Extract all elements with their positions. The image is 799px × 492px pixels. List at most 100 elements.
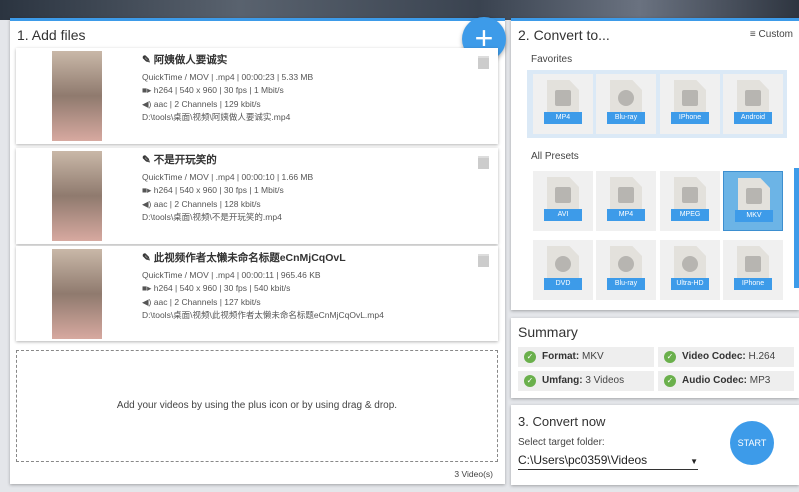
folder-value: C:\Users\pc0359\Videos: [518, 453, 648, 467]
convert-now-title: 3. Convert now: [518, 414, 606, 429]
disc-icon: [618, 90, 634, 106]
phone-icon: [682, 90, 698, 106]
preset-label: Blu-ray: [607, 278, 645, 290]
trash-icon[interactable]: [478, 56, 489, 69]
disc-icon: [555, 256, 571, 272]
summary-item: ✓ Audio Codec: MP3: [658, 371, 794, 391]
summary-value: MP3: [747, 375, 771, 386]
film-icon: [555, 187, 571, 203]
video-icon: ■▸: [142, 283, 154, 294]
convert-to-title: 2. Convert to...: [518, 27, 610, 43]
preset-label: MKV: [735, 210, 773, 222]
preset-label: Blu-ray: [607, 112, 645, 124]
file-title-row[interactable]: ✎ 此视频作者太懒未命名标题eCnMjCqOvL: [142, 252, 384, 266]
file-path: D:\tools\桌面\视频\不是开玩笑的.mp4: [142, 212, 282, 223]
summary-panel: Summary ✓ Format: MKV ✓ Video Codec: H.264 ✓…: [511, 318, 799, 398]
summary-key: Audio Codec:: [682, 375, 747, 386]
container-info: QuickTime / MOV | .mp4 | 00:00:23 | 5.33…: [142, 71, 314, 82]
file-title-row[interactable]: ✎ 不是开玩笑的: [142, 154, 313, 168]
speaker-icon: ◀): [142, 296, 154, 307]
preset-label: AVI: [544, 209, 582, 221]
audio-info: aac | 2 Channels | 128 kbit/s: [153, 198, 261, 209]
preset-tile-blu-ray[interactable]: Blu-ray: [596, 240, 656, 300]
video-thumbnail: [52, 249, 102, 339]
container-info: QuickTime / MOV | .mp4 | 00:00:10 | 1.66…: [142, 171, 314, 182]
video-info-row: ■▸ h264 | 540 x 960 | 30 fps | 1 Mbit/s: [142, 184, 313, 198]
file-title: 不是开玩笑的: [153, 154, 217, 166]
preset-label: MP4: [544, 112, 582, 124]
file-info: ✎ 不是开玩笑的 QuickTime / MOV | .mp4 | 00:00:1…: [142, 154, 313, 225]
summary-key: Umfang:: [542, 375, 583, 386]
add-files-panel: 1. Add files + ✎ 阿姨做人要诚实 QuickTime / MOV …: [10, 17, 506, 484]
file-path: D:\tools\桌面\视频\此视频作者太懒未命名标题eCnMjCqOvL.mp…: [142, 310, 384, 321]
scrollbar[interactable]: [794, 168, 799, 288]
preset-tile-iphone[interactable]: IPhone: [723, 240, 783, 300]
summary-item: ✓ Video Codec: H.264: [658, 347, 794, 367]
check-icon: ✓: [664, 351, 676, 363]
file-card[interactable]: ✎ 不是开玩笑的 QuickTime / MOV | .mp4 | 00:00:1…: [16, 148, 498, 244]
audio-info: aac | 2 Channels | 129 kbit/s: [153, 98, 261, 109]
preset-tile-mpeg[interactable]: MPEG: [660, 171, 720, 231]
disc-icon: [682, 256, 698, 272]
preset-tile-mkv[interactable]: MKV: [723, 171, 783, 231]
pencil-icon[interactable]: ✎: [142, 54, 154, 66]
summary-value: MKV: [579, 351, 604, 362]
convert-to-panel: 2. Convert to... ≡ Custom Favorites All …: [511, 18, 799, 310]
summary-title: Summary: [518, 324, 578, 340]
summary-item: ✓ Umfang: 3 Videos: [518, 371, 654, 391]
video-count: 3 Video(s): [454, 469, 493, 479]
preset-label: Android: [734, 112, 772, 124]
target-folder-select[interactable]: C:\Users\pc0359\Videos ▼: [518, 453, 698, 470]
audio-info: aac | 2 Channels | 127 kbit/s: [153, 296, 261, 307]
video-info: h264 | 540 x 960 | 30 fps | 540 kbit/s: [153, 283, 291, 294]
summary-item: ✓ Format: MKV: [518, 347, 654, 367]
video-info: h264 | 540 x 960 | 30 fps | 1 Mbit/s: [153, 185, 284, 196]
film-icon: [555, 90, 571, 106]
phone-icon: [745, 256, 761, 272]
video-thumbnail: [52, 51, 102, 141]
preset-tile-ultra-hd[interactable]: Ultra-HD: [660, 240, 720, 300]
preset-label: MP4: [607, 209, 645, 221]
film-icon: [746, 188, 762, 204]
phone-icon: [745, 90, 761, 106]
video-icon: ■▸: [142, 185, 154, 196]
check-icon: ✓: [664, 375, 676, 387]
check-icon: ✓: [524, 375, 536, 387]
preset-tile-dvd[interactable]: DVD: [533, 240, 593, 300]
audio-info-row: ◀) aac | 2 Channels | 127 kbit/s: [142, 296, 384, 310]
pencil-icon[interactable]: ✎: [142, 154, 154, 166]
drop-zone[interactable]: Add your videos by using the plus icon o…: [16, 350, 498, 462]
disc-icon: [618, 256, 634, 272]
custom-button[interactable]: ≡ Custom: [750, 29, 793, 40]
trash-icon[interactable]: [478, 254, 489, 267]
video-info-row: ■▸ h264 | 540 x 960 | 30 fps | 1 Mbit/s: [142, 84, 313, 98]
trash-icon[interactable]: [478, 156, 489, 169]
presets-label: All Presets: [531, 151, 579, 162]
file-title-row[interactable]: ✎ 阿姨做人要诚实: [142, 54, 313, 68]
video-thumbnail: [52, 151, 102, 241]
preset-tile-android[interactable]: Android: [723, 74, 783, 134]
preset-tile-mp4[interactable]: MP4: [596, 171, 656, 231]
dropdown-arrow-icon: ▼: [690, 457, 698, 466]
add-files-title: 1. Add files: [17, 27, 86, 43]
speaker-icon: ◀): [142, 98, 154, 109]
start-button[interactable]: START: [730, 421, 774, 465]
background-image: [0, 0, 799, 20]
preset-label: IPhone: [671, 112, 709, 124]
preset-tile-blu-ray[interactable]: Blu-ray: [596, 74, 656, 134]
preset-tile-mp4[interactable]: MP4: [533, 74, 593, 134]
file-card[interactable]: ✎ 阿姨做人要诚实 QuickTime / MOV | .mp4 | 00:00:…: [16, 48, 498, 144]
summary-key: Video Codec:: [682, 351, 746, 362]
file-card[interactable]: ✎ 此视频作者太懒未命名标题eCnMjCqOvL QuickTime / MOV …: [16, 246, 498, 341]
file-title: 此视频作者太懒未命名标题eCnMjCqOvL: [153, 252, 346, 264]
file-info: ✎ 此视频作者太懒未命名标题eCnMjCqOvL QuickTime / MOV …: [142, 252, 384, 323]
pencil-icon[interactable]: ✎: [142, 252, 154, 264]
preset-label: MPEG: [671, 209, 709, 221]
preset-tile-avi[interactable]: AVI: [533, 171, 593, 231]
summary-value: H.264: [745, 351, 776, 362]
audio-info-row: ◀) aac | 2 Channels | 129 kbit/s: [142, 98, 313, 112]
speaker-icon: ◀): [142, 198, 154, 209]
preset-tile-iphone[interactable]: IPhone: [660, 74, 720, 134]
favorites-label: Favorites: [531, 54, 573, 65]
film-icon: [682, 187, 698, 203]
